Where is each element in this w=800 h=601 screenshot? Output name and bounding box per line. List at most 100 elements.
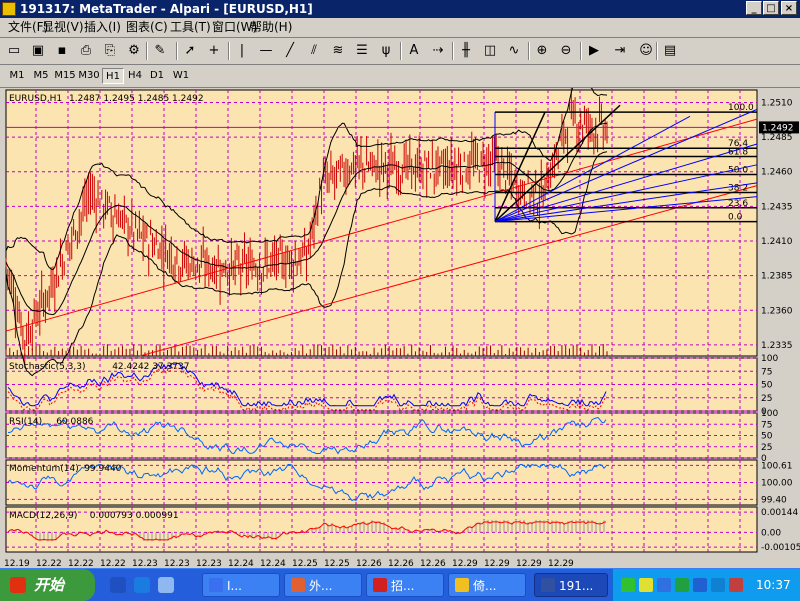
price-tick-label: 1.2435 (761, 202, 793, 212)
print-icon[interactable]: ⎙ (76, 41, 96, 61)
toolbar-separator (400, 42, 402, 60)
fibo-level-label: 100.0 (728, 103, 754, 113)
tray-app-icon[interactable] (711, 578, 725, 592)
terminal-icon[interactable]: ▤ (660, 41, 680, 61)
horizontal-line-icon[interactable]: — (256, 41, 276, 61)
indicator-tick-label: 50 (761, 432, 773, 442)
save-icon[interactable]: ▪ (52, 41, 72, 61)
chart-area[interactable]: 1.2510 1.2485 1.2460 1.2435 1.2410 1.2385 1.23… (0, 88, 800, 568)
indicator-tick-label: -0.00105 (761, 543, 800, 553)
autoscroll-icon[interactable]: ▶ (584, 41, 604, 61)
timeframe-button-m1[interactable]: M1 (6, 68, 28, 84)
zoom-in-icon[interactable]: ⊕ (532, 41, 552, 61)
menu-item[interactable]: 显视(V) (42, 20, 84, 35)
expert-icon[interactable]: ☺ (636, 41, 656, 61)
media-player-icon[interactable] (110, 577, 126, 593)
tray-app-icon[interactable] (693, 578, 707, 592)
tray-app-icon[interactable] (657, 578, 671, 592)
taskbar-window-button[interactable]: 191... (534, 573, 608, 597)
timeframe-button-h4[interactable]: H4 (124, 68, 146, 84)
pen-icon[interactable]: ✎ (150, 41, 170, 61)
tray-app-icon[interactable] (675, 578, 689, 592)
window-app-icon (291, 578, 305, 592)
line-chart-icon[interactable]: ∿ (504, 41, 524, 61)
toolbar-separator (656, 42, 658, 60)
start-button[interactable]: 开始 (0, 569, 95, 601)
taskbar-button-label: 倚... (473, 579, 497, 593)
maximize-button[interactable]: □ (763, 1, 779, 15)
window-title: 191317: MetaTrader - Alpari - [EURUSD,H1… (20, 2, 313, 16)
indicator-tick-label: 100.00 (761, 479, 793, 489)
timeframe-button-m5[interactable]: M5 (30, 68, 52, 84)
toolbar-separator (176, 42, 178, 60)
time-axis-label: 12.23 (164, 559, 190, 568)
indicator-tick-label: 100.61 (761, 461, 793, 471)
ie-browser-icon[interactable] (134, 577, 150, 593)
close-button[interactable]: × (781, 1, 797, 15)
toolbar-separator (452, 42, 454, 60)
indicator-tick-label: 75 (761, 367, 772, 377)
open-icon[interactable]: ▣ (28, 41, 48, 61)
timeframe-button-d1[interactable]: D1 (146, 68, 168, 84)
window-app-icon (373, 578, 387, 592)
bar-chart-icon[interactable]: ╫ (456, 41, 476, 61)
volume-icon[interactable] (639, 578, 653, 592)
channel-icon[interactable]: ⫽ (304, 41, 324, 61)
new-chart-icon[interactable]: ▭ (4, 41, 24, 61)
print-preview-icon[interactable]: ⎘ (100, 41, 120, 61)
text-icon[interactable]: A (404, 41, 424, 61)
start-label: 开始 (34, 576, 65, 594)
arrow-label-icon[interactable]: ⇢ (428, 41, 448, 61)
indicator-tick-label: 25 (761, 443, 772, 453)
window-app-icon (541, 578, 555, 592)
crosshair-icon[interactable]: + (204, 41, 224, 61)
taskbar: 开始 I... 外... 招... 倚... 191... 10:37 (0, 568, 800, 601)
app-icon (2, 2, 16, 16)
toolbar-separator (146, 42, 148, 60)
taskbar-window-button[interactable]: 倚... (448, 573, 526, 597)
price-tick-label: 1.2460 (761, 168, 793, 178)
tray-app-icon[interactable] (729, 578, 743, 592)
price-tick-label: 1.2360 (761, 306, 793, 316)
indicator-title: Momentum(14) (9, 464, 79, 474)
timeframe-button-m30[interactable]: M30 (78, 68, 100, 84)
fibo-retracement-icon[interactable]: ☰ (352, 41, 372, 61)
chart-shift-icon[interactable]: ⇥ (610, 41, 630, 61)
cursor-icon[interactable]: ➚ (180, 41, 200, 61)
taskbar-window-button[interactable]: I... (202, 573, 280, 597)
indicator-title: RSI(14) (9, 417, 42, 427)
indicator-title: Stochastic(5,3,3) (9, 362, 86, 372)
menu-bar: 文件(F) 显视(V) 插入(I) 图表(C) 工具(T) 窗口(W) 帮助(H) (0, 18, 800, 38)
minimize-button[interactable]: _ (746, 1, 762, 15)
time-axis-label: 12.29 (548, 559, 574, 568)
timeframe-button-h1[interactable]: H1 (102, 68, 124, 84)
taskbar-window-button[interactable]: 外... (284, 573, 362, 597)
show-desktop-icon[interactable] (158, 577, 174, 593)
time-axis-label: 12.26 (356, 559, 382, 568)
zoom-out-icon[interactable]: ⊖ (556, 41, 576, 61)
price-tick-label: 1.2385 (761, 272, 793, 282)
taskbar-button-label: 外... (309, 579, 333, 593)
price-tick-label: 1.2485 (761, 133, 793, 143)
chart-symbol: EURUSD,H1 (9, 94, 62, 104)
candle-chart-icon[interactable]: ◫ (480, 41, 500, 61)
indicator-values: 99.9440 (84, 464, 121, 474)
menu-item[interactable]: 工具(T) (170, 20, 211, 35)
network-icon[interactable] (621, 578, 635, 592)
menu-item[interactable]: 插入(I) (84, 20, 121, 35)
menu-item[interactable]: 图表(C) (126, 20, 168, 35)
timeframe-button-m15[interactable]: M15 (54, 68, 76, 84)
trendline-icon[interactable]: ╱ (280, 41, 300, 61)
vertical-line-icon[interactable]: | (232, 41, 252, 61)
menu-item[interactable]: 帮助(H) (250, 20, 292, 35)
gann-icon[interactable]: ψ (376, 41, 396, 61)
taskbar-window-button[interactable]: 招... (366, 573, 444, 597)
properties-icon[interactable]: ⚙ (124, 41, 144, 61)
fan-icon[interactable]: ≋ (328, 41, 348, 61)
indicator-tick-label: 100 (761, 354, 778, 364)
time-axis-label: 12.25 (292, 559, 318, 568)
time-axis-label: 12.22 (36, 559, 62, 568)
time-axis-label: 12.24 (260, 559, 286, 568)
clock: 10:37 (756, 578, 791, 592)
timeframe-button-w1[interactable]: W1 (170, 68, 192, 84)
